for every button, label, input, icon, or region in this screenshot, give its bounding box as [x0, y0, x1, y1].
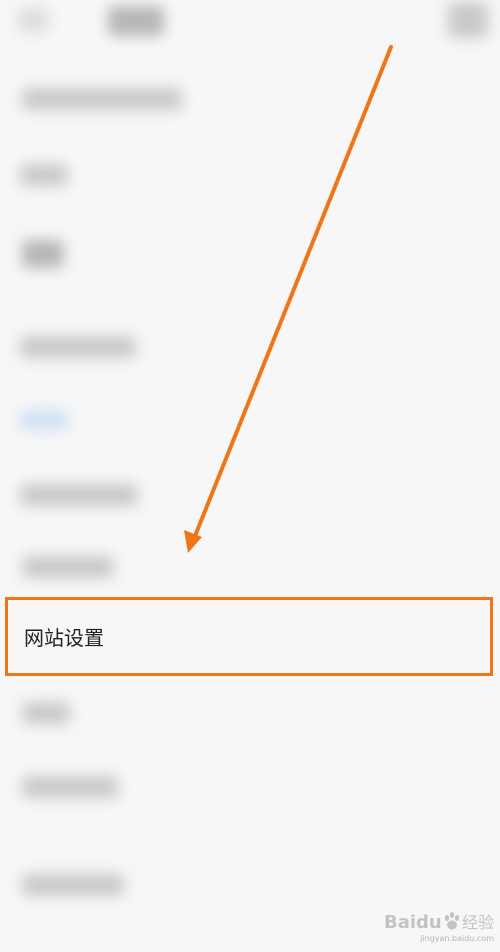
back-arrow-icon[interactable] — [18, 8, 48, 32]
list-item[interactable] — [22, 702, 70, 724]
list-item[interactable] — [20, 410, 68, 430]
list-item[interactable] — [20, 164, 68, 186]
list-item[interactable] — [22, 556, 114, 578]
blurred-settings-list — [0, 0, 500, 952]
baidu-jingyan-watermark: Baidu 经验 jingyan.baidu.com — [384, 906, 494, 946]
header-title — [108, 6, 164, 36]
list-item[interactable] — [22, 88, 182, 110]
list-item[interactable] — [22, 240, 64, 268]
mobile-screen: 网站设置 Baidu 经验 jingyan.baidu.com — [0, 0, 500, 952]
watermark-brand: Baidu — [384, 912, 442, 933]
watermark-cn: 经验 — [462, 913, 494, 932]
list-item[interactable] — [20, 336, 136, 358]
baidu-paw-logo-icon: Baidu 经验 — [384, 912, 494, 933]
website-settings-label: 网站设置 — [24, 626, 104, 650]
more-icon[interactable] — [448, 2, 488, 38]
watermark-url: jingyan.baidu.com — [420, 934, 494, 943]
list-item[interactable] — [22, 874, 124, 896]
list-item[interactable] — [20, 484, 138, 506]
website-settings-item[interactable]: 网站设置 — [5, 597, 493, 676]
list-item[interactable] — [22, 776, 118, 798]
